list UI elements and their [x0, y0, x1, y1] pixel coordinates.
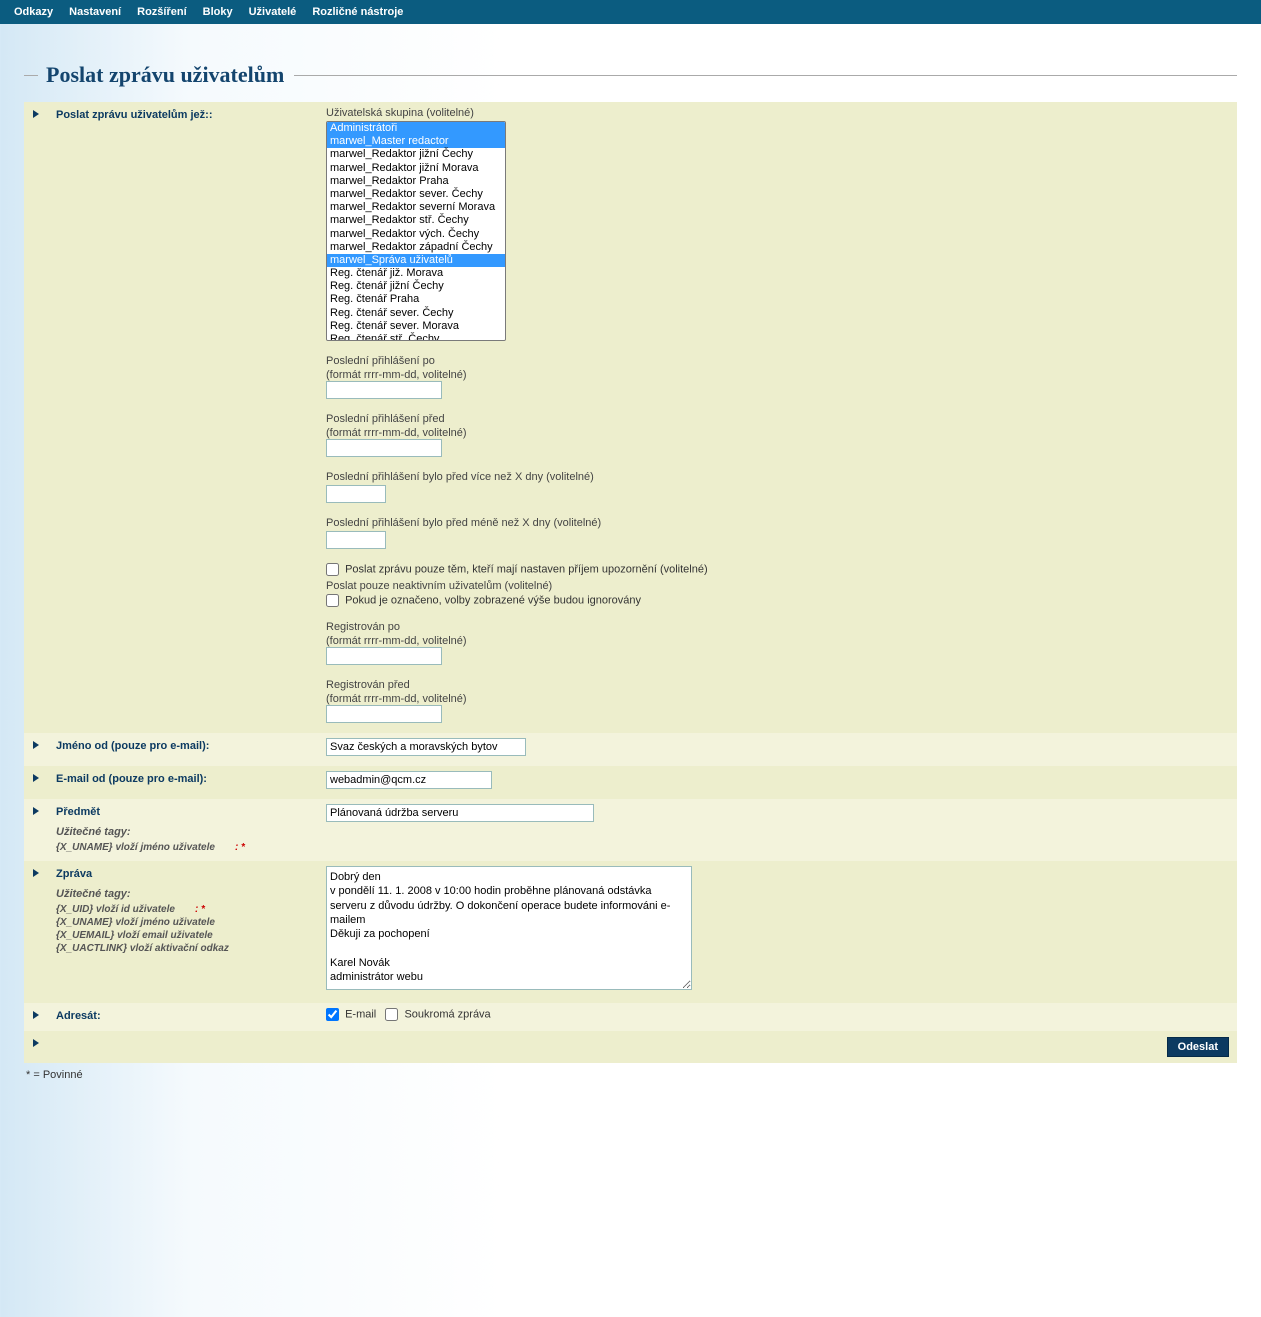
inactive-label: Poslat pouze neaktivním uživatelům (voli… — [326, 580, 1229, 592]
topmenu-item[interactable]: Uživatelé — [243, 4, 303, 20]
tags-title: Užitečné tagy: — [56, 888, 310, 900]
last-login-before-label: Poslední přihlášení před — [326, 413, 1229, 425]
group-option[interactable]: Administrátoři — [327, 122, 505, 135]
last-login-less-input[interactable] — [326, 531, 386, 549]
topmenu-item[interactable]: Nastavení — [63, 4, 127, 20]
topmenu-item[interactable]: Rozličné nástroje — [306, 4, 409, 20]
reg-after-input[interactable] — [326, 647, 442, 665]
from-email-label: E-mail od (pouze pro e-mail): — [48, 766, 318, 799]
arrow-icon — [33, 110, 39, 118]
subject-input[interactable] — [326, 804, 594, 822]
from-name-input[interactable] — [326, 738, 526, 756]
group-option[interactable]: marwel_Redaktor stř. Čechy — [327, 214, 505, 227]
group-option[interactable]: Reg. čtenář již. Morava — [327, 267, 505, 280]
group-option[interactable]: marwel_Redaktor jižní Čechy — [327, 148, 505, 161]
only-notify-label: Poslat zprávu pouze těm, kteří mají nast… — [345, 564, 708, 576]
reg-before-input[interactable] — [326, 705, 442, 723]
date-format-hint: (formát rrrr-mm-dd, volitelné) — [326, 635, 467, 647]
addressee-email-checkbox[interactable] — [326, 1008, 339, 1021]
last-login-after-label: Poslední přihlášení po — [326, 355, 1229, 367]
required-star: : * — [195, 904, 205, 915]
last-login-less-label: Poslední přihlášení bylo před méně než X… — [326, 517, 1229, 529]
group-option[interactable]: marwel_Redaktor sever. Čechy — [327, 188, 505, 201]
page-title: Poslat zprávu uživatelům — [46, 62, 284, 88]
group-option[interactable]: marwel_Master redactor — [327, 135, 505, 148]
inactive-hint: Pokud je označeno, volby zobrazené výše … — [345, 595, 641, 607]
recipients-label: Poslat zprávu uživatelům jež:: — [48, 102, 318, 733]
user-group-select[interactable]: Administrátořimarwel_Master redactormarw… — [326, 121, 506, 341]
page-title-row: Poslat zprávu uživatelům — [24, 62, 1237, 88]
group-option[interactable]: Reg. čtenář sever. Čechy — [327, 307, 505, 320]
group-option[interactable]: marwel_Správa uživatelů — [327, 254, 505, 267]
group-option[interactable]: Reg. čtenář Praha — [327, 293, 505, 306]
group-option[interactable]: marwel_Redaktor vých. Čechy — [327, 228, 505, 241]
addressee-email-label: E-mail — [345, 1008, 376, 1020]
arrow-icon — [33, 1039, 39, 1047]
tag-item: {X_UID} vloží id uživatele — [56, 904, 175, 915]
reg-after-label: Registrován po — [326, 621, 1229, 633]
footnote-required: * = Povinné — [24, 1069, 1237, 1081]
inactive-checkbox[interactable] — [326, 594, 339, 607]
arrow-icon — [33, 869, 39, 877]
submit-button[interactable]: Odeslat — [1167, 1037, 1229, 1057]
last-login-more-input[interactable] — [326, 485, 386, 503]
group-option[interactable]: marwel_Redaktor severní Morava — [327, 201, 505, 214]
reg-before-label: Registrován před — [326, 679, 1229, 691]
addressee-label: Adresát: — [48, 1003, 318, 1031]
topmenu-item[interactable]: Bloky — [197, 4, 239, 20]
tag-item: {X_UACTLINK} vloží aktivační odkaz — [56, 943, 310, 954]
group-option[interactable]: marwel_Redaktor jižní Morava — [327, 162, 505, 175]
group-option[interactable]: Reg. čtenář sever. Morava — [327, 320, 505, 333]
date-format-hint: (formát rrrr-mm-dd, volitelné) — [326, 693, 467, 705]
topmenu-item[interactable]: Odkazy — [8, 4, 59, 20]
tags-title: Užitečné tagy: — [56, 826, 310, 838]
addressee-pm-label: Soukromá zpráva — [404, 1008, 490, 1020]
tag-item: {X_UNAME} vloží jméno uživatele — [56, 917, 310, 928]
message-form: Poslat zprávu uživatelům jež:: Uživatels… — [24, 102, 1237, 1063]
group-option[interactable]: Reg. čtenář jižní Čechy — [327, 280, 505, 293]
body-textarea[interactable] — [326, 866, 692, 990]
tag-item: {X_UNAME} vloží jméno uživatele — [56, 842, 215, 853]
last-login-more-label: Poslední přihlášení bylo před více než X… — [326, 471, 1229, 483]
last-login-before-input[interactable] — [326, 439, 442, 457]
group-option[interactable]: marwel_Redaktor západní Čechy — [327, 241, 505, 254]
topmenu-item[interactable]: Rozšíření — [131, 4, 193, 20]
arrow-icon — [33, 807, 39, 815]
date-format-hint: (formát rrrr-mm-dd, volitelné) — [326, 369, 467, 381]
body-label: Zpráva — [56, 868, 92, 880]
arrow-icon — [33, 774, 39, 782]
from-email-input[interactable] — [326, 771, 492, 789]
group-option[interactable]: Reg. čtenář stř. Čechy — [327, 333, 505, 341]
from-name-label: Jméno od (pouze pro e-mail): — [48, 733, 318, 766]
required-star: : * — [235, 842, 245, 853]
arrow-icon — [33, 741, 39, 749]
arrow-icon — [33, 1011, 39, 1019]
top-menu: OdkazyNastaveníRozšířeníBlokyUživateléRo… — [0, 0, 1261, 24]
last-login-after-input[interactable] — [326, 381, 442, 399]
addressee-pm-checkbox[interactable] — [385, 1008, 398, 1021]
group-option[interactable]: marwel_Redaktor Praha — [327, 175, 505, 188]
tag-item: {X_UEMAIL} vloží email uživatele — [56, 930, 310, 941]
only-notify-checkbox[interactable] — [326, 563, 339, 576]
subject-label: Předmět — [56, 806, 100, 818]
user-group-label: Uživatelská skupina (volitelné) — [326, 107, 1229, 119]
date-format-hint: (formát rrrr-mm-dd, volitelné) — [326, 427, 467, 439]
